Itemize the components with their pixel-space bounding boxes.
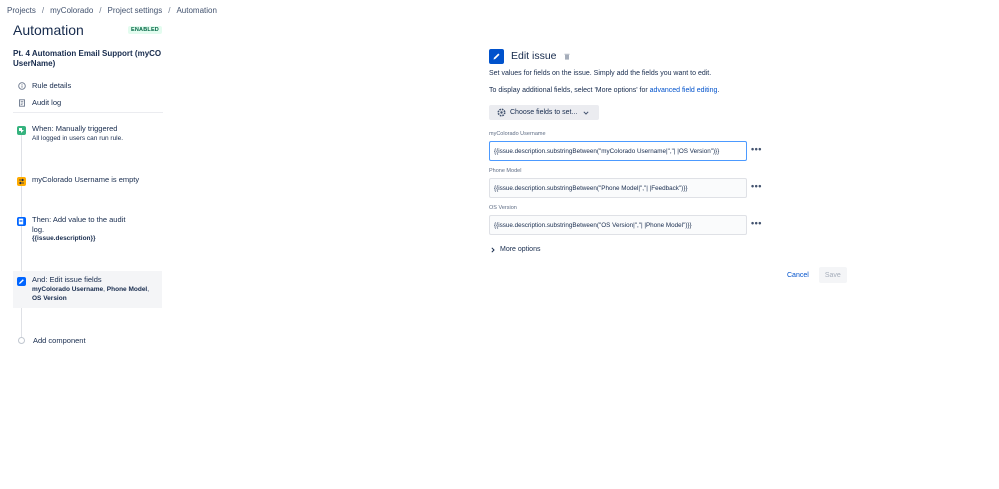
more-options-toggle[interactable]: More options bbox=[491, 246, 540, 253]
advanced-field-editing-link[interactable]: advanced field editing bbox=[650, 87, 718, 94]
component-subtext: {{issue.description}} bbox=[32, 235, 96, 242]
chevron-right-icon bbox=[491, 246, 495, 253]
breadcrumb-project-settings[interactable]: Project settings bbox=[108, 6, 163, 15]
description-text: . bbox=[717, 87, 720, 94]
side-nav-label: Audit log bbox=[32, 98, 62, 107]
more-actions-icon[interactable]: ••• bbox=[751, 182, 762, 193]
panel-description: Set values for fields on the issue. Simp… bbox=[489, 70, 712, 77]
breadcrumb-separator: / bbox=[168, 6, 171, 15]
side-nav-audit-log[interactable]: Audit log bbox=[17, 94, 71, 111]
more-actions-icon[interactable]: ••• bbox=[751, 219, 762, 230]
add-component-label: Add component bbox=[33, 336, 86, 345]
add-component-button[interactable]: Add component bbox=[18, 336, 86, 345]
side-nav-rule-details[interactable]: Rule details bbox=[17, 77, 71, 94]
field-label: OS Version bbox=[489, 205, 517, 211]
status-badge: ENABLED bbox=[128, 26, 162, 34]
component-heading: Then: Add value to the audit log. bbox=[32, 215, 126, 234]
rule-title: Pt. 4 Automation Email Support (myCO Use… bbox=[13, 49, 162, 68]
edit-issue-panel: Edit issue Set values for fields on the … bbox=[489, 48, 861, 253]
field-label: Phone Model bbox=[489, 168, 522, 174]
component-trigger[interactable]: When: Manually triggered All logged in u… bbox=[13, 124, 162, 143]
action-icon bbox=[16, 217, 26, 226]
description-text: To display additional fields, select 'Mo… bbox=[489, 87, 650, 94]
choose-fields-button[interactable]: Choose fields to set... bbox=[489, 105, 599, 120]
edit-icon bbox=[16, 277, 26, 286]
field-mycolorado-username: myColorado Username {{issue.description.… bbox=[489, 131, 861, 161]
component-heading: And: Edit issue fields bbox=[32, 275, 102, 284]
condition-icon bbox=[16, 177, 26, 186]
component-condition[interactable]: myColorado Username is empty bbox=[13, 175, 162, 186]
edit-field-name: myColorado Username bbox=[32, 285, 104, 293]
divider bbox=[13, 112, 163, 113]
component-subtext: All logged in users can run rule. bbox=[32, 134, 124, 142]
breadcrumb-mycolorado[interactable]: myColorado bbox=[50, 6, 93, 15]
component-heading: When: Manually triggered bbox=[32, 124, 118, 133]
side-nav-label: Rule details bbox=[32, 81, 72, 90]
panel-actions: Cancel Save bbox=[787, 267, 847, 283]
chevron-down-icon bbox=[583, 110, 589, 115]
breadcrumb-automation[interactable]: Automation bbox=[176, 6, 216, 15]
save-button[interactable]: Save bbox=[818, 267, 847, 283]
breadcrumb-projects[interactable]: Projects bbox=[7, 6, 36, 15]
pencil-icon bbox=[489, 48, 504, 64]
panel-description-advanced: To display additional fields, select 'Mo… bbox=[489, 87, 719, 94]
gear-icon bbox=[497, 108, 506, 117]
edit-field-name: Phone Model bbox=[106, 285, 148, 293]
component-edit-issue[interactable]: And: Edit issue fields myColorado Userna… bbox=[13, 271, 162, 308]
breadcrumb: Projects / myColorado / Project settings… bbox=[7, 6, 217, 15]
component-audit-action[interactable]: Then: Add value to the audit log. {{issu… bbox=[13, 215, 162, 244]
field-phone-model: Phone Model {{issue.description.substrin… bbox=[489, 168, 861, 198]
os-version-input[interactable]: {{issue.description.substringBetween("OS… bbox=[489, 215, 747, 235]
breadcrumb-separator: / bbox=[41, 6, 45, 15]
mycolorado-username-input[interactable]: {{issue.description.substringBetween("my… bbox=[489, 141, 747, 161]
add-component-dot-icon bbox=[18, 337, 25, 344]
trigger-icon bbox=[16, 126, 26, 135]
choose-fields-label: Choose fields to set... bbox=[510, 109, 578, 116]
more-options-label: More options bbox=[500, 246, 541, 253]
component-heading: myColorado Username is empty bbox=[32, 175, 140, 184]
cancel-button[interactable]: Cancel bbox=[787, 272, 809, 279]
field-os-version: OS Version {{issue.description.substring… bbox=[489, 205, 861, 235]
rule-side-nav: Rule details Audit log bbox=[17, 77, 71, 111]
field-label: myColorado Username bbox=[489, 131, 546, 137]
page-title: Automation bbox=[13, 22, 84, 38]
phone-model-input[interactable]: {{issue.description.substringBetween("Ph… bbox=[489, 178, 747, 198]
edit-field-name: OS Version bbox=[32, 295, 67, 302]
panel-title: Edit issue bbox=[511, 50, 557, 62]
info-icon bbox=[17, 81, 26, 90]
more-actions-icon[interactable]: ••• bbox=[751, 145, 762, 156]
breadcrumb-separator: / bbox=[99, 6, 102, 15]
trash-icon[interactable] bbox=[563, 52, 571, 60]
audit-log-icon bbox=[17, 98, 26, 107]
